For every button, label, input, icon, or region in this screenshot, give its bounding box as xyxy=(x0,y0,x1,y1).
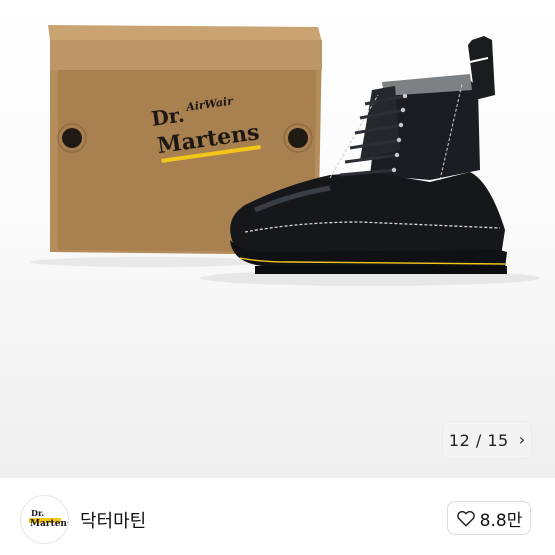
like-count: 8.8만 xyxy=(479,510,523,531)
product-photo[interactable]: Dr. AirWair Martens 12 / 15 › xyxy=(0,0,555,478)
like-button[interactable]: 8.8만 xyxy=(447,501,531,535)
image-counter-text: 12 / 15 xyxy=(448,430,509,450)
svg-text:Martens: Martens xyxy=(30,519,68,529)
dr-martens-logo-icon: Dr. Martens xyxy=(29,508,68,529)
store-bar: Dr. Martens 닥터마틴 8.8만 xyxy=(0,478,555,555)
store-name[interactable]: 닥터마틴 xyxy=(80,507,146,533)
svg-text:Dr.: Dr. xyxy=(31,508,44,518)
box-brand-text: Dr. xyxy=(150,102,186,130)
product-illustration: Dr. AirWair Martens xyxy=(30,25,540,286)
image-counter[interactable]: 12 / 15 › xyxy=(442,421,532,459)
chevron-right-icon[interactable]: › xyxy=(519,432,525,448)
store-logo[interactable]: Dr. Martens xyxy=(20,495,69,544)
heart-icon xyxy=(456,510,475,527)
